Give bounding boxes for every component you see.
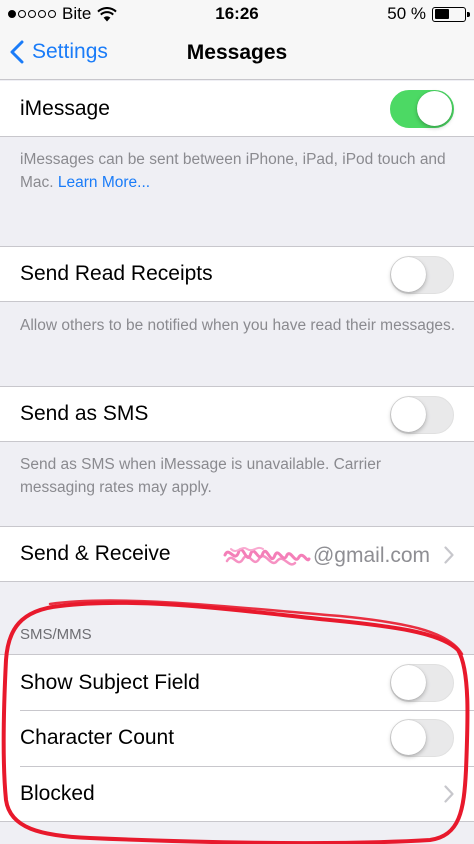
- read-receipts-row: Send Read Receipts: [0, 246, 474, 302]
- send-as-sms-row: Send as SMS: [0, 386, 474, 442]
- status-bar: Bite 16:26 50 %: [0, 0, 474, 28]
- chevron-right-icon: [444, 785, 454, 803]
- redaction-scribble: [223, 546, 311, 566]
- carrier-name: Bite: [62, 4, 92, 23]
- send-receive-row[interactable]: Send & Receive @gmail.com: [0, 526, 474, 582]
- character-count-label: Character Count: [20, 726, 175, 749]
- imessage-label: iMessage: [20, 96, 110, 120]
- sms-mms-header: SMS/MMS: [20, 626, 92, 643]
- read-receipts-footer: Allow others to be notified when you hav…: [20, 317, 456, 334]
- character-count-row: Character Count: [0, 710, 474, 766]
- send-as-sms-toggle[interactable]: [390, 396, 454, 434]
- show-subject-label: Show Subject Field: [20, 670, 200, 694]
- email-domain: @gmail.com: [312, 544, 430, 567]
- character-count-toggle[interactable]: [390, 719, 454, 757]
- send-as-sms-label: Send as SMS: [20, 402, 149, 425]
- chevron-right-icon: [444, 546, 454, 564]
- imessage-row: iMessage: [0, 81, 474, 137]
- show-subject-row: Show Subject Field: [0, 654, 474, 710]
- learn-more-link[interactable]: Learn More...: [58, 174, 150, 191]
- wifi-icon: [97, 6, 117, 21]
- battery-percent: 50 %: [387, 4, 426, 23]
- navigation-bar: Settings Messages: [0, 28, 474, 80]
- imessage-footer: iMessages can be sent between iPhone, iP…: [20, 148, 460, 194]
- show-subject-toggle[interactable]: [390, 664, 454, 702]
- blocked-label: Blocked: [20, 781, 95, 805]
- signal-strength-icon: [8, 10, 56, 18]
- back-button[interactable]: Settings: [10, 40, 108, 64]
- status-right: 50 %: [387, 4, 470, 24]
- read-receipts-label: Send Read Receipts: [20, 262, 213, 285]
- send-receive-label: Send & Receive: [20, 542, 171, 565]
- send-receive-value: @gmail.com: [221, 541, 430, 571]
- status-left: Bite: [8, 4, 117, 24]
- chevron-left-icon: [10, 40, 24, 64]
- read-receipts-toggle[interactable]: [390, 256, 454, 294]
- back-label: Settings: [32, 40, 108, 63]
- imessage-toggle[interactable]: [390, 90, 454, 128]
- battery-icon: [432, 6, 470, 22]
- send-as-sms-footer: Send as SMS when iMessage is unavailable…: [20, 456, 381, 496]
- blocked-row[interactable]: Blocked: [0, 766, 474, 822]
